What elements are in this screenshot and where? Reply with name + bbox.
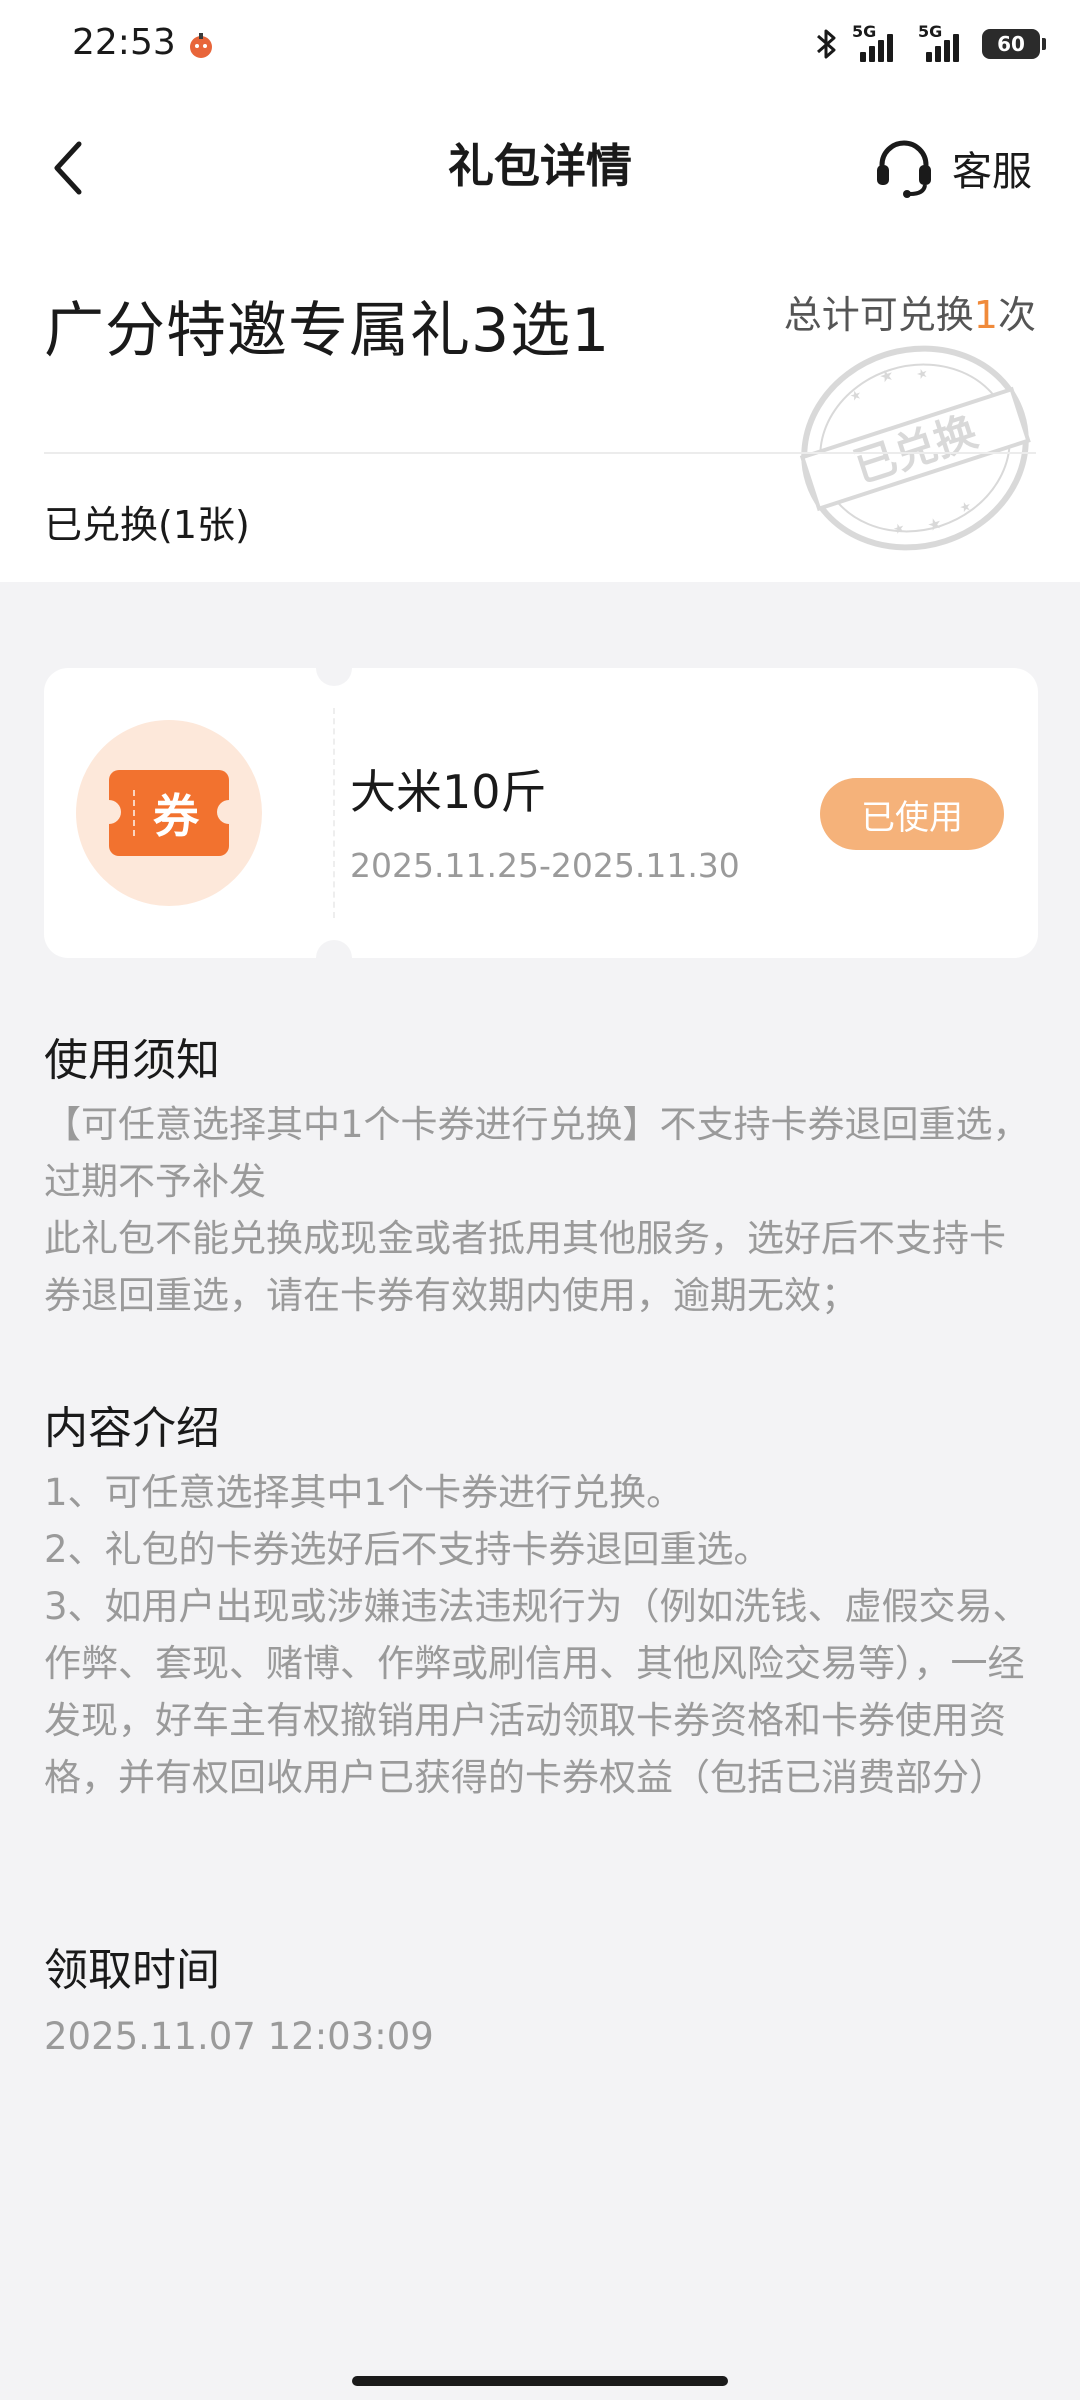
redeem-total-suffix: 次	[997, 293, 1036, 337]
battery-level: 60	[997, 32, 1025, 56]
coupon-name: 大米10斤	[350, 765, 547, 819]
coupon-notch	[316, 940, 352, 976]
bluetooth-icon	[817, 29, 836, 59]
coupon-separator	[333, 708, 335, 918]
notification-app-icon	[190, 33, 212, 58]
redeem-total-prefix: 总计可兑换	[783, 293, 974, 337]
coupon-validity: 2025.11.25-2025.11.30	[350, 846, 740, 885]
usage-notice-line: 【可任意选择其中1个卡券进行兑换】不支持卡券退回重选，过期不予补发	[44, 1103, 1030, 1203]
redeemed-count-label: 已兑换(1张)	[44, 503, 250, 547]
usage-notice-line: 此礼包不能兑换成现金或者抵用其他服务，选好后不支持卡券退回重选，请在卡券有效期内…	[44, 1217, 1006, 1317]
signal-icon: 5G	[916, 22, 972, 66]
status-indicators: 5G 5G 60	[814, 22, 1046, 66]
coupon-icon: 券	[76, 720, 262, 906]
svg-text:★: ★	[891, 520, 907, 538]
home-indicator[interactable]	[352, 2376, 728, 2386]
customer-service-button[interactable]: 客服	[874, 128, 1032, 208]
content-intro-title: 内容介绍	[44, 1403, 220, 1454]
customer-service-label: 客服	[952, 149, 1032, 195]
usage-notice-body: 【可任意选择其中1个卡券进行兑换】不支持卡券退回重选，过期不予补发 此礼包不能兑…	[44, 1096, 1040, 1324]
signal-icon: 5G	[850, 22, 906, 66]
ticket-icon-label: 券	[153, 789, 199, 843]
redeem-total-count: 1	[973, 293, 998, 337]
coupon-notch	[316, 650, 352, 686]
claim-time-title: 领取时间	[44, 1945, 220, 1996]
used-status-button[interactable]: 已使用	[820, 778, 1004, 850]
content-intro-line: 2、礼包的卡券选好后不支持卡券退回重选。	[44, 1528, 771, 1571]
svg-text:★: ★	[848, 387, 864, 405]
status-bar: 22:53 5G 5G 60	[0, 0, 1080, 92]
coupon-card[interactable]: 券 大米10斤 2025.11.25-2025.11.30 已使用	[44, 650, 1038, 976]
svg-text:★: ★	[925, 513, 945, 536]
redeemed-stamp: ★ ★ ★ ★ ★ ★ 已兑换	[799, 345, 1031, 551]
usage-notice-title: 使用须知	[44, 1035, 220, 1086]
claim-time-value: 2025.11.07 12:03:09	[44, 2015, 434, 2058]
battery-icon: 60	[982, 29, 1046, 59]
content-intro-line: 1、可任意选择其中1个卡券进行兑换。	[44, 1471, 684, 1514]
headset-icon	[877, 140, 931, 198]
ticket-icon: 券	[97, 770, 241, 856]
svg-text:★: ★	[958, 499, 974, 517]
header-panel: 22:53 5G 5G 60 礼包详情 客服 广分特邀专属礼3选1 总计可兑换1…	[0, 0, 1080, 582]
redeem-total: 总计可兑换1次	[784, 284, 1036, 339]
back-button[interactable]	[40, 128, 96, 208]
chevron-left-icon	[54, 141, 82, 195]
gift-title: 广分特邀专属礼3选1	[44, 296, 611, 366]
content-intro-line: 3、如用户出现或涉嫌违法违规行为（例如洗钱、虚假交易、作弊、套现、赌博、作弊或刷…	[44, 1585, 1030, 1799]
status-time: 22:53	[72, 22, 176, 63]
divider	[44, 452, 1036, 454]
content-intro-body: 1、可任意选择其中1个卡券进行兑换。 2、礼包的卡券选好后不支持卡券退回重选。 …	[44, 1464, 1040, 1806]
svg-text:★: ★	[915, 366, 931, 384]
